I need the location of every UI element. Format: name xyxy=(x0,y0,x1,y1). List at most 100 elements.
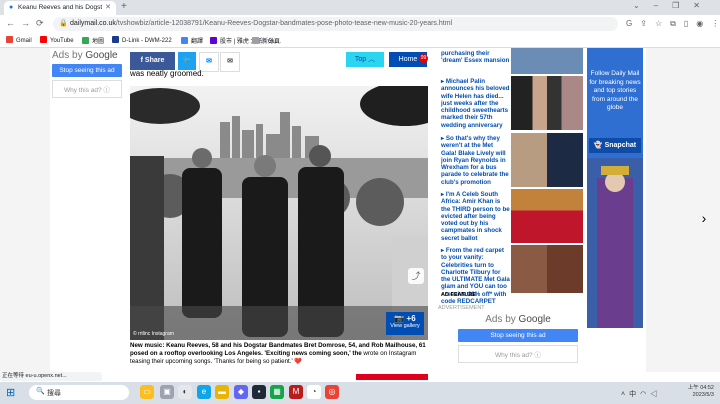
sidebar-story[interactable]: ▸ So that's why they weren't at the Met … xyxy=(438,133,583,187)
story-headline[interactable]: ▸ I'm A Celeb South Africa: Amir Khan is… xyxy=(441,191,510,242)
bookmarks-bar xyxy=(0,34,720,48)
article-photo[interactable] xyxy=(130,86,428,340)
band-photo-image xyxy=(130,86,428,340)
advertisement-label: ADVERTISEMENT xyxy=(438,305,485,311)
ad-feature-label: AD FEATURE xyxy=(441,292,477,298)
lock-icon[interactable]: 🔒 xyxy=(59,19,68,27)
facebook-icon: f xyxy=(140,57,143,64)
photo-caption: New music: Keanu Reeves, 58 and his Dogs… xyxy=(130,342,430,366)
email-icon[interactable]: ✉ xyxy=(220,52,240,72)
close-tab-icon[interactable]: ✕ xyxy=(105,3,111,11)
story-headline[interactable]: ▸ Michael Palin announces his beloved wi… xyxy=(441,78,510,129)
gmail-icon xyxy=(6,36,13,43)
app-icon[interactable]: ◐ xyxy=(178,385,192,399)
clock-date: 2023/5/3 xyxy=(692,392,714,398)
red-bar xyxy=(356,374,428,380)
nav-buttons[interactable]: ←→⟳ xyxy=(6,18,50,29)
extensions-icon[interactable]: ⧉ xyxy=(670,19,684,28)
google-label: Google xyxy=(518,314,551,325)
taskbar-search[interactable]: 🔍 搜尋 xyxy=(29,385,129,400)
bookmark-newtab[interactable]: 新分頁 xyxy=(252,36,280,45)
share-page-icon[interactable]: ⇪ xyxy=(640,19,655,28)
toolbar-icons[interactable]: G⇪☆⧉▯◉⋮ xyxy=(626,19,720,29)
sidebar-icon[interactable]: ▯ xyxy=(684,19,696,28)
sidebar-story[interactable]: ▸ I'm A Celeb South Africa: Amir Khan is… xyxy=(438,189,583,243)
chrome-icon[interactable]: ◎ xyxy=(325,385,339,399)
stop-seeing-ad-button[interactable]: Stop seeing this ad xyxy=(52,64,122,77)
folder-icon[interactable]: ▬ xyxy=(215,385,229,399)
camera-icon: 📷 xyxy=(394,314,405,323)
ime-indicator[interactable]: 中 xyxy=(629,391,640,398)
search-icon: 🔍 xyxy=(36,388,45,395)
ads-by-google-right: Ads by Google Stop seeing this ad Why th… xyxy=(458,314,578,363)
left-gutter xyxy=(0,48,50,372)
youtube-icon xyxy=(40,36,47,43)
globe-icon xyxy=(252,37,259,44)
new-tab-icon[interactable]: + xyxy=(121,1,127,12)
chevron-right-icon[interactable]: › xyxy=(694,210,714,230)
status-bar: 正在等待 eu-u.openx.net... xyxy=(0,372,102,381)
forward-icon[interactable]: → xyxy=(21,18,36,28)
queen-image xyxy=(587,158,643,328)
bookmark-youtube[interactable]: YouTube xyxy=(40,36,74,44)
story-thumbnail[interactable] xyxy=(511,245,583,293)
story-thumbnail[interactable] xyxy=(511,48,583,74)
ads-by-label: Ads by xyxy=(485,314,516,325)
ads-by-label: Ads by xyxy=(52,50,83,61)
menu-icon[interactable]: ⋮ xyxy=(711,19,720,28)
address-bar[interactable]: 🔒 dailymail.co.uk/tvshowbiz/article-1203… xyxy=(53,17,618,31)
why-this-ad-button[interactable]: Why this ad? ⓘ xyxy=(52,80,122,98)
facebook-share-button[interactable]: f Share xyxy=(130,52,175,70)
view-gallery-button[interactable]: 📷 +6 View gallery xyxy=(386,312,424,335)
why-this-ad-button[interactable]: Why this ad? ⓘ xyxy=(458,345,578,363)
home-badge: 99 xyxy=(419,54,428,63)
sidebar-story[interactable]: ▸ Michael Palin announces his beloved wi… xyxy=(438,76,583,130)
yahoo-icon xyxy=(210,37,217,44)
snapchat-ad[interactable]: Follow Daily Mail for breaking news and … xyxy=(587,48,643,328)
tab-title: Keanu Reeves and his Dogstar xyxy=(18,4,102,11)
app-icon[interactable]: ▪ xyxy=(252,385,266,399)
sidebar-story[interactable]: ▸ From the red carpet to your vanity: Ce… xyxy=(438,245,583,305)
bookmark-maps[interactable]: 地圖 xyxy=(82,36,104,45)
story-thumbnail[interactable] xyxy=(511,76,583,130)
chevron-up-icon[interactable]: ˄ xyxy=(621,391,629,398)
windows-start-icon[interactable]: ⊞ xyxy=(6,386,15,399)
bookmark-dlink[interactable]: D-Link - DWM-222 xyxy=(112,36,172,44)
file-explorer-icon[interactable]: ▭ xyxy=(140,385,154,399)
bookmark-gmail[interactable]: Gmail xyxy=(6,36,32,44)
profile-icon[interactable]: ◉ xyxy=(696,19,711,28)
bookmark-translate[interactable]: 翻譯 xyxy=(181,36,203,45)
translate-icon xyxy=(181,37,188,44)
story-thumbnail[interactable] xyxy=(511,189,583,243)
photo-credit: © rrtlinc Instagram xyxy=(133,331,174,337)
twitter-icon[interactable]: 🐦 xyxy=(178,52,196,70)
google-lens-icon[interactable]: G xyxy=(626,19,640,28)
stop-seeing-ad-button[interactable]: Stop seeing this ad xyxy=(458,329,578,342)
story-thumbnail[interactable] xyxy=(511,133,583,187)
bookmark-star-icon[interactable]: ☆ xyxy=(655,19,670,28)
edge-icon[interactable]: e xyxy=(197,385,211,399)
back-icon[interactable]: ← xyxy=(6,18,21,28)
article-text: was neatly groomed. xyxy=(130,69,204,78)
dlink-icon xyxy=(112,36,119,43)
volume-icon[interactable]: ◁ xyxy=(650,391,661,398)
app-icon[interactable]: ▦ xyxy=(270,385,284,399)
url-path: /tvshowbiz/article-12038791/Keanu-Reeves… xyxy=(115,20,453,27)
share-image-icon[interactable]: ⤴ xyxy=(408,268,424,284)
app-icon[interactable]: M xyxy=(289,385,303,399)
top-button[interactable]: Top ︿ xyxy=(346,52,384,67)
wifi-icon[interactable]: ◠ xyxy=(640,391,650,398)
snapchat-ad-text: Follow Daily Mail for breaking news and … xyxy=(589,70,641,111)
window-controls[interactable]: ⌄–❐✕ xyxy=(633,1,714,10)
reload-icon[interactable]: ⟳ xyxy=(36,18,50,28)
app-icon[interactable]: ◔ xyxy=(307,385,321,399)
task-view-icon[interactable]: ▣ xyxy=(160,385,174,399)
browser-tab[interactable]: ● Keanu Reeves and his Dogstar ✕ xyxy=(4,1,116,15)
system-tray[interactable]: ˄中◠◁ xyxy=(621,389,661,399)
clock[interactable]: 上午 04:52 2023/5/3 xyxy=(676,385,714,399)
story-headline[interactable]: purchasing their 'dream' Essex mansion xyxy=(441,50,510,65)
sidebar-story[interactable]: purchasing their 'dream' Essex mansion xyxy=(438,48,583,74)
snapchat-button[interactable]: 👻 Snapchat xyxy=(589,138,641,153)
story-headline[interactable]: ▸ So that's why they weren't at the Met … xyxy=(441,135,510,186)
app-icon[interactable]: ◆ xyxy=(234,385,248,399)
